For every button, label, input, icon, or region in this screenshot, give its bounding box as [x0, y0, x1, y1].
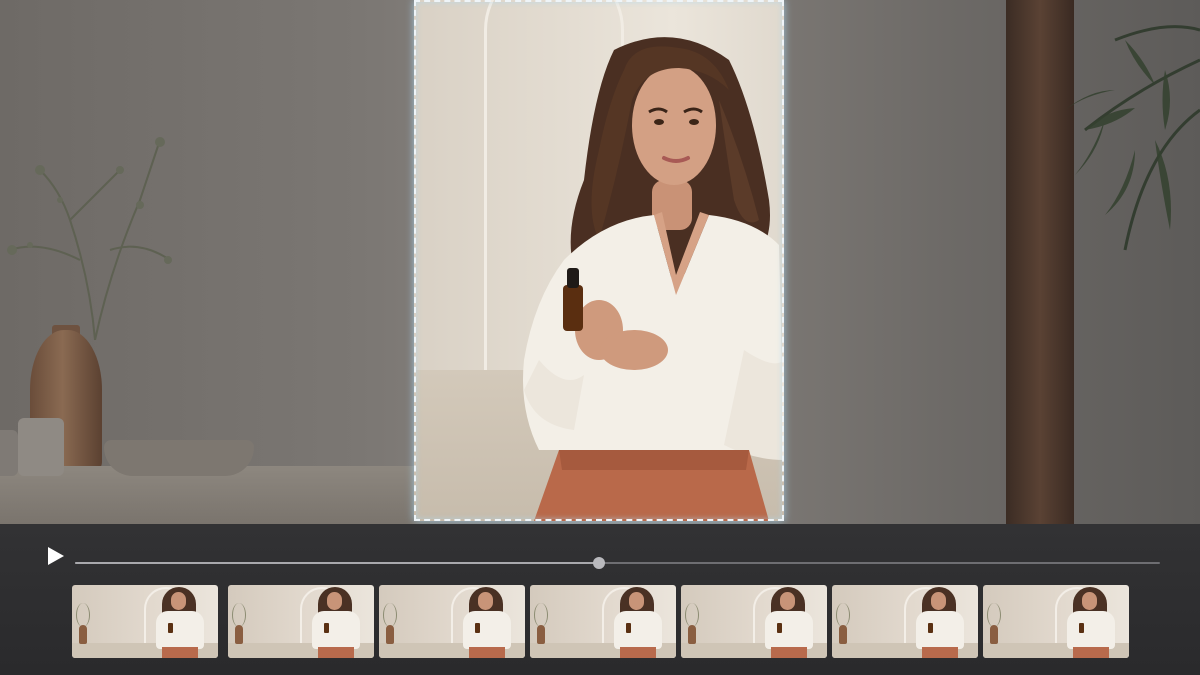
filmstrip-frame[interactable] — [379, 585, 525, 658]
candle-holder — [18, 418, 64, 476]
thumb-face — [171, 592, 186, 610]
seek-bar[interactable] — [75, 557, 1160, 569]
thumb-skirt — [469, 647, 505, 658]
filmstrip-frame[interactable] — [228, 585, 374, 658]
thumb-branch — [836, 603, 850, 627]
thumb-skirt — [922, 647, 958, 658]
crop-region[interactable] — [414, 0, 784, 521]
video-preview[interactable] — [0, 0, 1200, 524]
palm-plant-decor — [1065, 25, 1200, 251]
filmstrip-frame[interactable] — [72, 585, 218, 658]
thumb-face — [327, 592, 342, 610]
thumb-blouse — [765, 611, 813, 649]
filmstrip-frame[interactable] — [983, 585, 1129, 658]
thumb-bottle — [475, 623, 480, 633]
seek-handle[interactable] — [593, 557, 606, 569]
filmstrip-frame[interactable] — [681, 585, 827, 658]
thumb-bottle — [777, 623, 782, 633]
thumb-face — [478, 592, 493, 610]
woman-holding-serum-bottle — [523, 37, 784, 521]
thumb-bottle — [626, 623, 631, 633]
thumb-face — [1082, 592, 1097, 610]
thumb-skirt — [318, 647, 354, 658]
dried-branches-decor — [7, 137, 172, 340]
thumb-face — [629, 592, 644, 610]
thumb-branch — [685, 603, 699, 627]
thumb-bottle — [1079, 623, 1084, 633]
thumb-skirt — [771, 647, 807, 658]
thumb-branch — [383, 603, 397, 627]
thumb-vase — [839, 625, 847, 644]
seek-bar-played — [75, 562, 600, 564]
thumb-skirt — [162, 647, 198, 658]
thumb-vase — [386, 625, 394, 644]
thumb-face — [931, 592, 946, 610]
thumb-vase — [537, 625, 545, 644]
thumb-face — [780, 592, 795, 610]
thumb-vase — [79, 625, 87, 644]
thumb-bottle — [928, 623, 933, 633]
thumb-blouse — [156, 611, 204, 649]
filmstrip-frame[interactable] — [832, 585, 978, 658]
thumb-bottle — [168, 623, 173, 633]
play-icon — [48, 547, 64, 565]
thumb-blouse — [916, 611, 964, 649]
thumb-skirt — [1073, 647, 1109, 658]
filmstrip-frame[interactable] — [530, 585, 676, 658]
thumb-branch — [76, 603, 90, 627]
thumb-vase — [990, 625, 998, 644]
thumb-blouse — [463, 611, 511, 649]
thumb-bottle — [324, 623, 329, 633]
thumb-blouse — [1067, 611, 1115, 649]
filmstrip-timeline[interactable] — [72, 585, 1140, 658]
playback-controls — [0, 524, 1200, 675]
thumb-blouse — [614, 611, 662, 649]
play-button[interactable] — [44, 544, 68, 568]
thumb-skirt — [620, 647, 656, 658]
video-editor — [0, 0, 1200, 675]
thumb-blouse — [312, 611, 360, 649]
thumb-vase — [688, 625, 696, 644]
thumb-vase — [235, 625, 243, 644]
thumb-branch — [534, 603, 548, 627]
candle-holder — [0, 430, 18, 476]
stacked-bowls — [104, 440, 254, 476]
thumb-branch — [232, 603, 246, 627]
thumb-branch — [987, 603, 1001, 627]
